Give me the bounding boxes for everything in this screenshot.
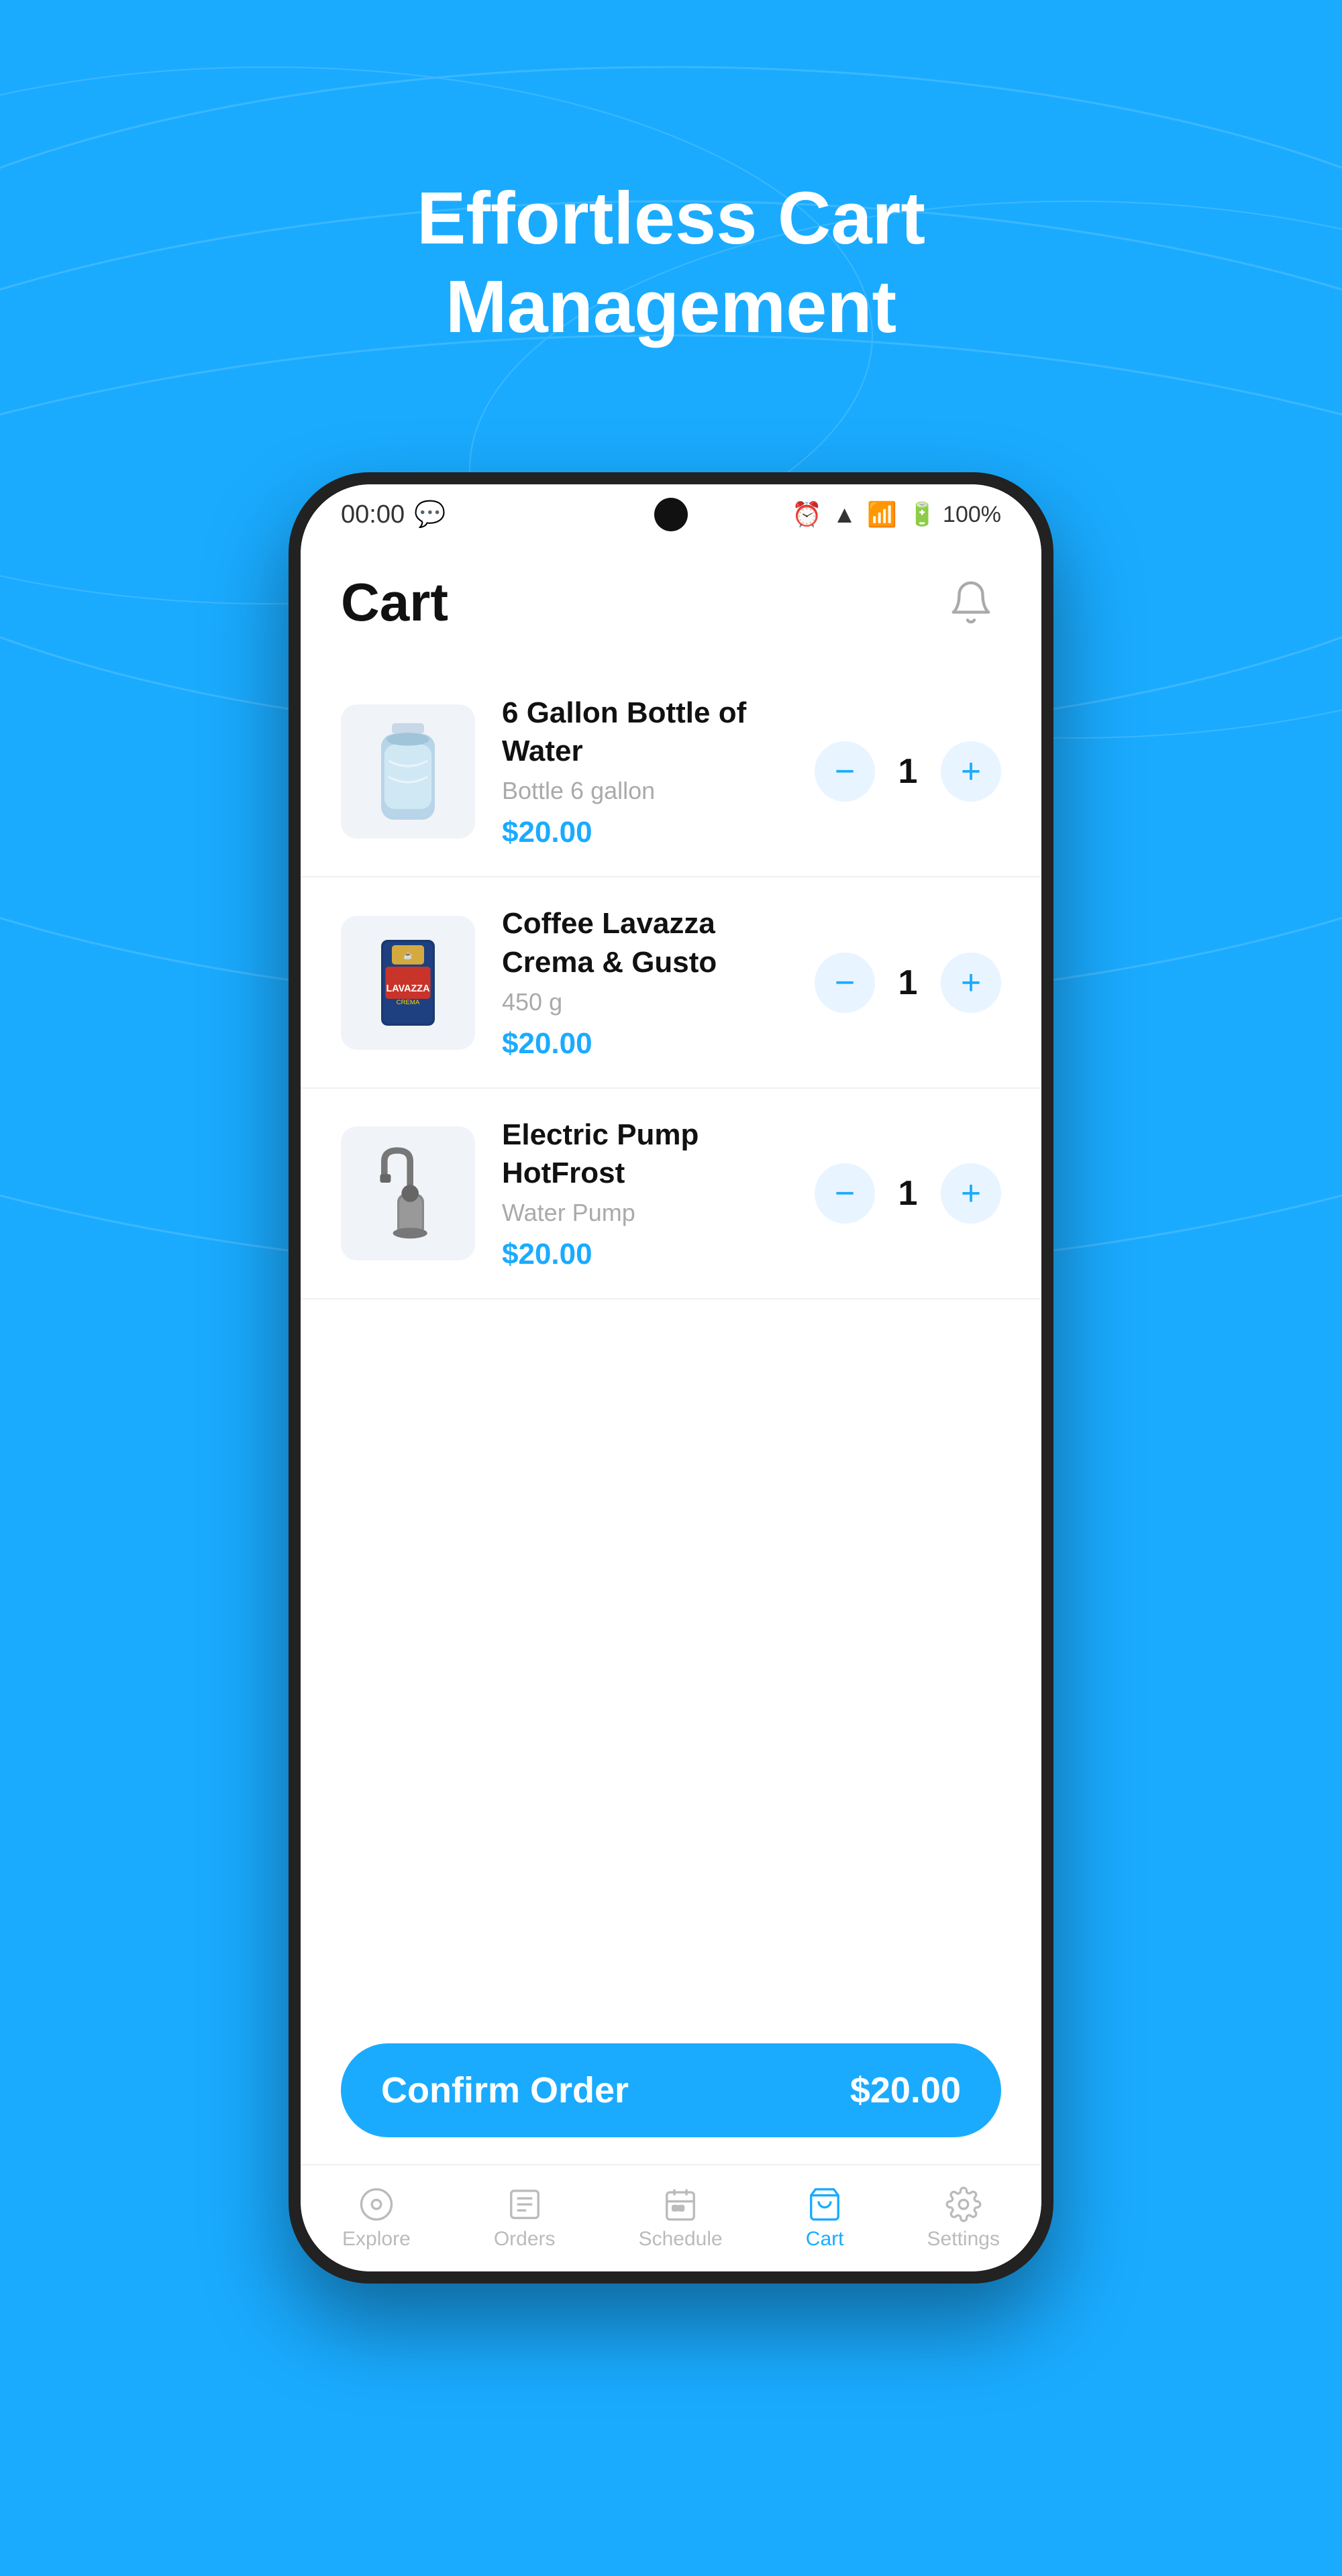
nav-item-orders[interactable]: Orders (494, 2186, 556, 2251)
item-quantity-water: − 1 + (815, 741, 1001, 802)
increase-quantity-button[interactable]: + (941, 953, 1001, 1013)
confirm-order-button[interactable]: Confirm Order $20.00 (341, 2043, 1001, 2137)
item-price: $20.00 (502, 816, 788, 849)
confirm-order-label: Confirm Order (381, 2070, 629, 2111)
status-icons: ⏰ ▲ 📶 🔋 100% (792, 500, 1001, 529)
quantity-value: 1 (891, 1173, 925, 1214)
empty-space (301, 1299, 1041, 1702)
quantity-value: 1 (891, 751, 925, 792)
item-details-pump: Electric Pump HotFrost Water Pump $20.00 (502, 1116, 788, 1271)
battery-icon: 🔋 100% (908, 501, 1001, 528)
cart-item: LAVAZZA CREMA ☕ Coffee Lavazza Crema & G… (301, 877, 1041, 1088)
wifi-icon: ▲ (833, 500, 857, 529)
nav-item-settings[interactable]: Settings (927, 2186, 1000, 2251)
item-name: 6 Gallon Bottle of Water (502, 694, 788, 770)
nav-label-orders: Orders (494, 2228, 556, 2251)
item-image-pump (341, 1126, 475, 1260)
item-subtitle: 450 g (502, 988, 788, 1016)
svg-text:LAVAZZA: LAVAZZA (386, 983, 430, 994)
nav-item-schedule[interactable]: Schedule (639, 2186, 723, 2251)
whatsapp-icon: 💬 (414, 500, 446, 529)
hero-title: Effortless Cart Management (417, 174, 925, 352)
quantity-value: 1 (891, 963, 925, 1003)
notification-bell-button[interactable] (941, 572, 1001, 633)
decrease-quantity-button[interactable]: − (815, 741, 875, 802)
app-header: Cart (301, 545, 1041, 653)
increase-quantity-button[interactable]: + (941, 1163, 1001, 1224)
status-time: 00:00 💬 (341, 500, 446, 529)
item-price: $20.00 (502, 1238, 788, 1271)
front-camera (654, 498, 688, 531)
item-image-coffee: LAVAZZA CREMA ☕ (341, 916, 475, 1050)
item-name: Coffee Lavazza Crema & Gusto (502, 904, 788, 981)
item-details-coffee: Coffee Lavazza Crema & Gusto 450 g $20.0… (502, 904, 788, 1060)
item-price: $20.00 (502, 1027, 788, 1061)
phone-screen: 00:00 💬 ⏰ ▲ 📶 🔋 100% Cart (301, 484, 1041, 2271)
confirm-order-price: $20.00 (850, 2070, 961, 2111)
item-subtitle: Water Pump (502, 1199, 788, 1227)
cart-item: Electric Pump HotFrost Water Pump $20.00… (301, 1089, 1041, 1299)
svg-text:☕: ☕ (403, 951, 413, 960)
nav-label-settings: Settings (927, 2228, 1000, 2251)
nav-label-schedule: Schedule (639, 2228, 723, 2251)
increase-quantity-button[interactable]: + (941, 741, 1001, 802)
nav-label-cart: Cart (806, 2228, 844, 2251)
bottom-nav: Explore Orders (301, 2164, 1041, 2271)
nav-label-explore: Explore (342, 2228, 411, 2251)
item-image-water (341, 704, 475, 839)
item-details-water: 6 Gallon Bottle of Water Bottle 6 gallon… (502, 694, 788, 849)
cart-item: 6 Gallon Bottle of Water Bottle 6 gallon… (301, 667, 1041, 877)
nav-item-cart[interactable]: Cart (806, 2186, 844, 2251)
svg-text:CREMA: CREMA (397, 999, 420, 1006)
item-subtitle: Bottle 6 gallon (502, 777, 788, 805)
status-bar: 00:00 💬 ⏰ ▲ 📶 🔋 100% (301, 484, 1041, 545)
decrease-quantity-button[interactable]: − (815, 953, 875, 1013)
page-title: Cart (341, 572, 448, 633)
signal-icon: 📶 (867, 500, 897, 529)
bottom-section: Confirm Order $20.00 (301, 2023, 1041, 2164)
alarm-icon: ⏰ (792, 500, 822, 529)
decrease-quantity-button[interactable]: − (815, 1163, 875, 1224)
phone-frame: 00:00 💬 ⏰ ▲ 📶 🔋 100% Cart (289, 472, 1053, 2284)
item-name: Electric Pump HotFrost (502, 1116, 788, 1192)
nav-item-explore[interactable]: Explore (342, 2186, 411, 2251)
item-quantity-pump: − 1 + (815, 1163, 1001, 1224)
item-quantity-coffee: − 1 + (815, 953, 1001, 1013)
cart-content: 6 Gallon Bottle of Water Bottle 6 gallon… (301, 653, 1041, 2023)
